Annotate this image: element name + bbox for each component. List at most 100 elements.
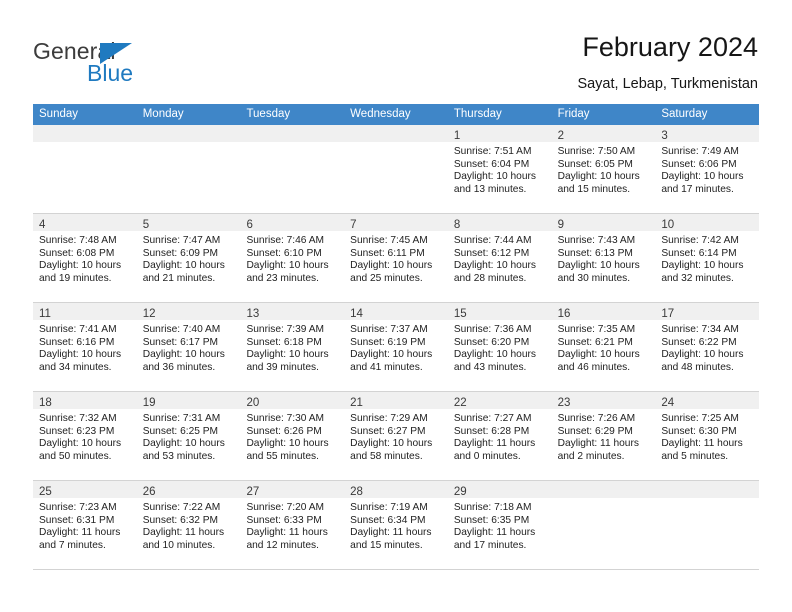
day-cell-11[interactable]: 11 Sunrise: 7:41 AM Sunset: 6:16 PM Dayligh… (33, 303, 137, 391)
weekday-header-wednesday: Wednesday (350, 108, 411, 120)
day-number: 7 (350, 219, 357, 231)
day-number: 20 (246, 397, 260, 409)
day-cell-8[interactable]: 8 Sunrise: 7:44 AM Sunset: 6:12 PM Daylight… (447, 214, 552, 302)
day-detail-line: and 53 minutes. (142, 450, 216, 462)
day-detail-line: and 2 minutes. (557, 450, 625, 462)
day-number: 18 (39, 397, 52, 409)
day-cell-26[interactable]: 26 Sunrise: 7:22 AM Sunset: 6:32 PM Dayligh… (136, 481, 241, 569)
day-number-bar (136, 125, 241, 142)
day-cell-6[interactable]: 6 Sunrise: 7:46 AM Sunset: 6:10 PM Daylight… (240, 214, 345, 302)
day-number: 8 (453, 219, 461, 231)
day-detail-line: Sunset: 6:11 PM (350, 247, 425, 259)
day-details: Sunrise: 7:26 AM Sunset: 6:29 PM Daylight:… (552, 409, 656, 463)
day-detail-line: Sunrise: 7:42 AM (661, 235, 739, 246)
day-detail-line: Daylight: 10 hours (661, 260, 744, 272)
day-cell-10[interactable]: 10 Sunrise: 7:42 AM Sunset: 6:14 PM Dayligh… (655, 214, 760, 302)
day-cell-20[interactable]: 20 Sunrise: 7:30 AM Sunset: 6:26 PM Dayligh… (240, 392, 345, 480)
day-detail-line: and 23 minutes. (246, 272, 319, 284)
day-details: Sunrise: 7:49 AM Sunset: 6:06 PM Daylight:… (655, 142, 759, 196)
day-number: 1 (453, 130, 461, 142)
day-detail-line: Daylight: 10 hours (39, 349, 122, 361)
calendar-page: General Blue February 2024 Sayat, Lebap,… (0, 0, 792, 612)
day-cell-16[interactable]: 16 Sunrise: 7:35 AM Sunset: 6:21 PM Dayligh… (551, 303, 656, 391)
day-cell-empty (655, 481, 760, 569)
day-details: Sunrise: 7:34 AM Sunset: 6:22 PM Daylight:… (655, 320, 759, 374)
day-detail-line: Sunset: 6:27 PM (350, 425, 426, 437)
day-detail-line: Sunrise: 7:44 AM (453, 235, 532, 246)
weekday-header-monday: Monday (142, 108, 184, 120)
day-detail-line: Daylight: 10 hours (350, 438, 433, 450)
day-detail-line: Sunrise: 7:35 AM (557, 324, 636, 335)
day-detail-line: and 32 minutes. (661, 272, 734, 284)
day-number: 23 (557, 397, 571, 409)
day-cell-18[interactable]: 18 Sunrise: 7:32 AM Sunset: 6:23 PM Dayligh… (33, 392, 137, 480)
day-cell-5[interactable]: 5 Sunrise: 7:47 AM Sunset: 6:09 PM Daylight… (136, 214, 241, 302)
day-detail-line: Sunset: 6:32 PM (142, 514, 219, 526)
day-cell-7[interactable]: 7 Sunrise: 7:45 AM Sunset: 6:11 PM Daylight… (344, 214, 448, 302)
day-cell-25[interactable]: 25 Sunrise: 7:23 AM Sunset: 6:31 PM Dayligh… (33, 481, 137, 569)
day-number: 3 (661, 130, 668, 142)
day-detail-line: Daylight: 11 hours (350, 527, 432, 539)
day-detail-line: Sunset: 6:09 PM (142, 247, 219, 259)
day-detail-line: Sunrise: 7:31 AM (142, 413, 221, 424)
day-detail-line: Sunrise: 7:41 AM (39, 324, 117, 335)
day-number-bar (655, 481, 760, 498)
day-number-bar (33, 125, 137, 142)
logo-text-blue: Blue (87, 60, 134, 86)
day-number-bar: 15 (447, 303, 552, 320)
day-detail-line: Daylight: 11 hours (39, 527, 121, 539)
day-cell-1[interactable]: 1 Sunrise: 7:51 AM Sunset: 6:04 PM Daylight… (447, 125, 552, 213)
day-cell-22[interactable]: 22 Sunrise: 7:27 AM Sunset: 6:28 PM Dayligh… (447, 392, 552, 480)
day-number-bar: 10 (655, 214, 760, 231)
day-detail-line: Sunrise: 7:51 AM (453, 146, 532, 157)
day-detail-line: and 28 minutes. (453, 272, 527, 284)
day-cell-29[interactable]: 29 Sunrise: 7:18 AM Sunset: 6:35 PM Dayligh… (447, 481, 552, 569)
day-cell-4[interactable]: 4 Sunrise: 7:48 AM Sunset: 6:08 PM Daylight… (33, 214, 137, 302)
day-number: 22 (453, 397, 467, 409)
day-cell-empty (551, 481, 656, 569)
day-detail-line: Sunset: 6:23 PM (39, 425, 115, 437)
day-cell-15[interactable]: 15 Sunrise: 7:36 AM Sunset: 6:20 PM Dayligh… (447, 303, 552, 391)
day-number-bar (551, 481, 656, 498)
day-details: Sunrise: 7:41 AM Sunset: 6:16 PM Daylight:… (33, 320, 137, 374)
day-details: Sunrise: 7:36 AM Sunset: 6:20 PM Daylight:… (448, 320, 552, 374)
weekday-header-friday: Friday (557, 108, 590, 120)
day-cell-21[interactable]: 21 Sunrise: 7:29 AM Sunset: 6:27 PM Dayligh… (344, 392, 448, 480)
day-number-bar: 5 (136, 214, 241, 231)
day-detail-line: Daylight: 11 hours (246, 527, 328, 539)
day-detail-line: and 58 minutes. (350, 450, 423, 462)
day-number-bar: 9 (551, 214, 656, 231)
day-detail-line: and 30 minutes. (557, 272, 631, 284)
day-details: Sunrise: 7:43 AM Sunset: 6:13 PM Daylight:… (552, 231, 656, 285)
day-cell-23[interactable]: 23 Sunrise: 7:26 AM Sunset: 6:29 PM Dayligh… (551, 392, 656, 480)
weekday-header-thursday: Thursday (453, 108, 502, 120)
day-cell-2[interactable]: 2 Sunrise: 7:50 AM Sunset: 6:05 PM Daylight… (551, 125, 656, 213)
day-cell-12[interactable]: 12 Sunrise: 7:40 AM Sunset: 6:17 PM Dayligh… (136, 303, 241, 391)
general-blue-logo[interactable]: General Blue (33, 38, 233, 88)
weekday-header-row: Sunday Monday Tuesday Wednesday Thursday Frid… (33, 104, 759, 125)
day-number-bar: 23 (551, 392, 656, 409)
day-detail-line: Sunrise: 7:34 AM (661, 324, 739, 335)
day-cell-28[interactable]: 28 Sunrise: 7:19 AM Sunset: 6:34 PM Dayligh… (344, 481, 448, 569)
day-cell-17[interactable]: 17 Sunrise: 7:34 AM Sunset: 6:22 PM Dayligh… (655, 303, 760, 391)
day-detail-line: Sunset: 6:13 PM (557, 247, 633, 259)
day-details: Sunrise: 7:50 AM Sunset: 6:05 PM Daylight:… (552, 142, 656, 196)
day-detail-line: and 17 minutes. (661, 183, 734, 195)
day-detail-line: Sunrise: 7:45 AM (350, 235, 428, 246)
day-detail-line: Sunset: 6:17 PM (142, 336, 219, 348)
day-cell-3[interactable]: 3 Sunrise: 7:49 AM Sunset: 6:06 PM Daylight… (655, 125, 760, 213)
day-cell-27[interactable]: 27 Sunrise: 7:20 AM Sunset: 6:33 PM Dayligh… (240, 481, 345, 569)
day-number: 24 (661, 397, 675, 409)
day-cell-14[interactable]: 14 Sunrise: 7:37 AM Sunset: 6:19 PM Dayligh… (344, 303, 448, 391)
day-details: Sunrise: 7:29 AM Sunset: 6:27 PM Daylight:… (344, 409, 448, 463)
day-number: 28 (350, 486, 363, 498)
day-detail-line: and 5 minutes. (661, 450, 729, 462)
day-cell-13[interactable]: 13 Sunrise: 7:39 AM Sunset: 6:18 PM Dayligh… (240, 303, 345, 391)
day-number-bar: 16 (551, 303, 656, 320)
day-cell-9[interactable]: 9 Sunrise: 7:43 AM Sunset: 6:13 PM Daylight… (551, 214, 656, 302)
day-detail-line: Sunset: 6:34 PM (350, 514, 426, 526)
day-cell-24[interactable]: 24 Sunrise: 7:25 AM Sunset: 6:30 PM Dayligh… (655, 392, 760, 480)
day-number: 25 (39, 486, 52, 498)
day-details (33, 142, 137, 146)
day-cell-19[interactable]: 19 Sunrise: 7:31 AM Sunset: 6:25 PM Dayligh… (136, 392, 241, 480)
